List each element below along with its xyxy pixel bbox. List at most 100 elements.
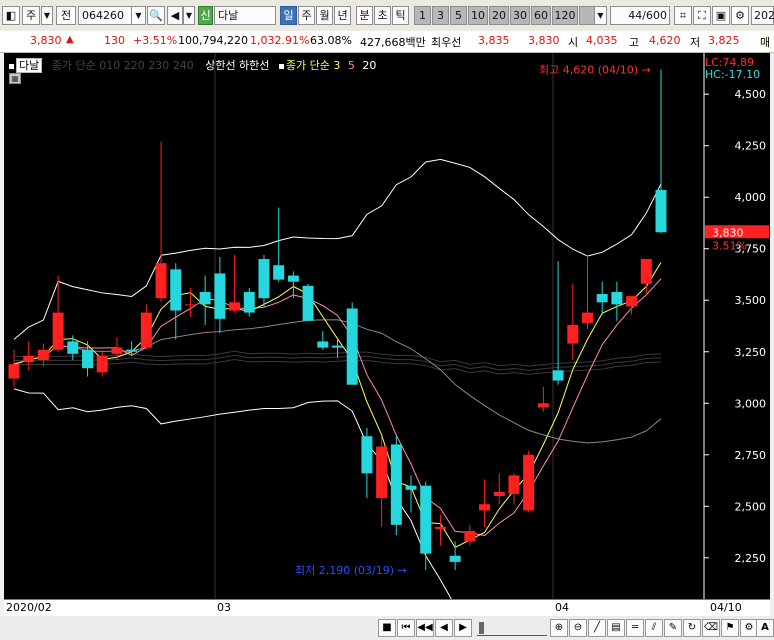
search-icon[interactable]: 🔍	[147, 6, 165, 25]
interval-dropdown-icon[interactable]: ▼	[594, 6, 607, 25]
draw-tool-icon[interactable]: ✎	[664, 619, 682, 637]
candle-body	[82, 349, 94, 369]
y-tick-label: 4,500	[735, 88, 767, 101]
candle-body	[361, 436, 373, 474]
tab-weekly[interactable]: 주	[298, 6, 315, 25]
candle-body	[229, 302, 241, 311]
zoom-in-icon[interactable]: ⊕	[550, 619, 568, 637]
hline-tool-icon[interactable]: ═	[626, 619, 644, 637]
interval-5[interactable]: 5	[450, 6, 467, 25]
change-percent: +3.51%	[133, 34, 178, 47]
crosshair-icon[interactable]: ⌗	[674, 6, 692, 25]
tab-yearly[interactable]: 년	[334, 6, 351, 25]
candle-body	[434, 526, 446, 529]
interval-1[interactable]: 1	[414, 6, 431, 25]
zoom-slider-handle[interactable]	[479, 622, 484, 634]
next-icon[interactable]: ▶	[454, 619, 472, 637]
y-tick-label: 2,500	[735, 500, 767, 513]
zoom-slider[interactable]	[477, 621, 547, 636]
ma3-line	[13, 262, 662, 549]
open-label: 시	[568, 36, 579, 49]
interval-60[interactable]: 60	[531, 6, 551, 25]
candle-body	[640, 259, 652, 284]
prev-icon[interactable]: ◀	[435, 619, 453, 637]
pct-tag-label: 3.51%	[712, 239, 747, 252]
rewind-icon[interactable]: ◀◀	[416, 619, 434, 637]
bar-count: 44	[628, 9, 643, 22]
bookmark-icon[interactable]: ⚑	[721, 619, 739, 637]
bar-count-total: /600	[642, 9, 667, 22]
volume: 100,794,220	[178, 34, 248, 47]
candle-body	[111, 347, 123, 354]
candle-body	[37, 349, 49, 360]
best-quote-label: 최우선	[431, 36, 462, 49]
candle-body	[420, 485, 432, 554]
refresh-icon[interactable]: ↻	[683, 619, 701, 637]
candle-body	[567, 324, 579, 344]
candle-body	[317, 341, 329, 348]
stop-icon[interactable]: ■	[378, 619, 396, 637]
candle-body	[346, 308, 358, 385]
bar-count-field[interactable]: 44/600	[610, 6, 670, 25]
tab-second[interactable]: 초	[374, 6, 391, 25]
bottom-bar: ■ ⏮ ◀◀ ◀ ▶ ⊕ ⊖ ╱ ▤ ═ ⫽ ✎ ↻ ⌫ ⚑ ⚙ A	[0, 616, 774, 640]
first-icon[interactable]: ⏮	[397, 619, 415, 637]
prev-button[interactable]: 전	[56, 6, 76, 25]
fullscreen-icon[interactable]: ⛶	[693, 6, 711, 25]
channel-tool-icon[interactable]: ⫽	[645, 619, 663, 637]
candle-body	[655, 190, 667, 233]
candle-body	[376, 446, 388, 499]
period-week-button[interactable]: 주	[22, 6, 40, 25]
candle-body	[390, 444, 402, 525]
high-price: 4,620	[649, 34, 681, 47]
tab-monthly[interactable]: 월	[316, 6, 333, 25]
y-tick-label: 2,750	[735, 449, 767, 462]
line-tool-icon[interactable]: ╱	[588, 619, 606, 637]
table-icon[interactable]: ▤	[607, 619, 625, 637]
chart-settings-icon[interactable]: ◧	[2, 6, 20, 25]
candle-body	[96, 355, 108, 373]
candle-body	[405, 485, 417, 490]
sell-label[interactable]: 매	[758, 34, 773, 50]
x-axis: 2020/02 03 04 04/10	[4, 599, 770, 617]
tab-tick[interactable]: 틱	[392, 6, 409, 25]
candle-body	[611, 292, 623, 305]
interval-120[interactable]: 120	[552, 6, 578, 25]
interval-20[interactable]: 20	[489, 6, 509, 25]
candle-body	[155, 263, 167, 299]
tab-minute[interactable]: 분	[356, 6, 373, 25]
best-bid: 3,830	[528, 34, 560, 47]
price-change: 130	[104, 34, 125, 47]
price-tag-label: 3,830	[712, 226, 744, 239]
open-price: 4,035	[586, 34, 618, 47]
interval-3[interactable]: 3	[432, 6, 449, 25]
best-ask: 3,835	[478, 34, 510, 47]
interval-10[interactable]: 10	[468, 6, 488, 25]
x-label-2: 04	[555, 601, 569, 614]
interval-30[interactable]: 30	[510, 6, 530, 25]
year-field[interactable]: 202	[751, 6, 774, 25]
text-tool-icon[interactable]: A	[756, 619, 774, 637]
x-label-0: 2020/02	[6, 601, 52, 614]
gear-icon[interactable]: ⚙	[731, 6, 749, 25]
save-icon[interactable]: ▣	[712, 6, 730, 25]
chart-area[interactable]: 다날 종가 단순 010 220 230 240 상한선 하한선 종가 단순 3…	[4, 53, 770, 616]
x-label-1: 03	[217, 601, 231, 614]
zoom-out-icon[interactable]: ⊖	[569, 619, 587, 637]
candle-body	[626, 296, 638, 307]
candle-body	[214, 273, 226, 319]
candle-body	[170, 269, 182, 311]
tab-daily[interactable]: 일	[280, 6, 297, 25]
code-dropdown-icon[interactable]: ▼	[131, 6, 146, 25]
candle-body	[258, 259, 270, 299]
y-tick-label: 3,000	[735, 397, 767, 410]
candle-body	[449, 555, 461, 562]
stock-name-field[interactable]: 다날	[214, 6, 276, 25]
candle-body	[8, 364, 20, 379]
high-label: 고	[629, 36, 640, 49]
eraser-icon[interactable]: ⌫	[702, 619, 720, 637]
volume-percent: 1,032.91%	[250, 34, 310, 47]
speaker-dropdown-icon[interactable]: ▼	[183, 6, 195, 25]
period-dropdown-icon[interactable]: ▼	[41, 6, 53, 25]
speaker-icon[interactable]: ◀	[167, 6, 183, 25]
